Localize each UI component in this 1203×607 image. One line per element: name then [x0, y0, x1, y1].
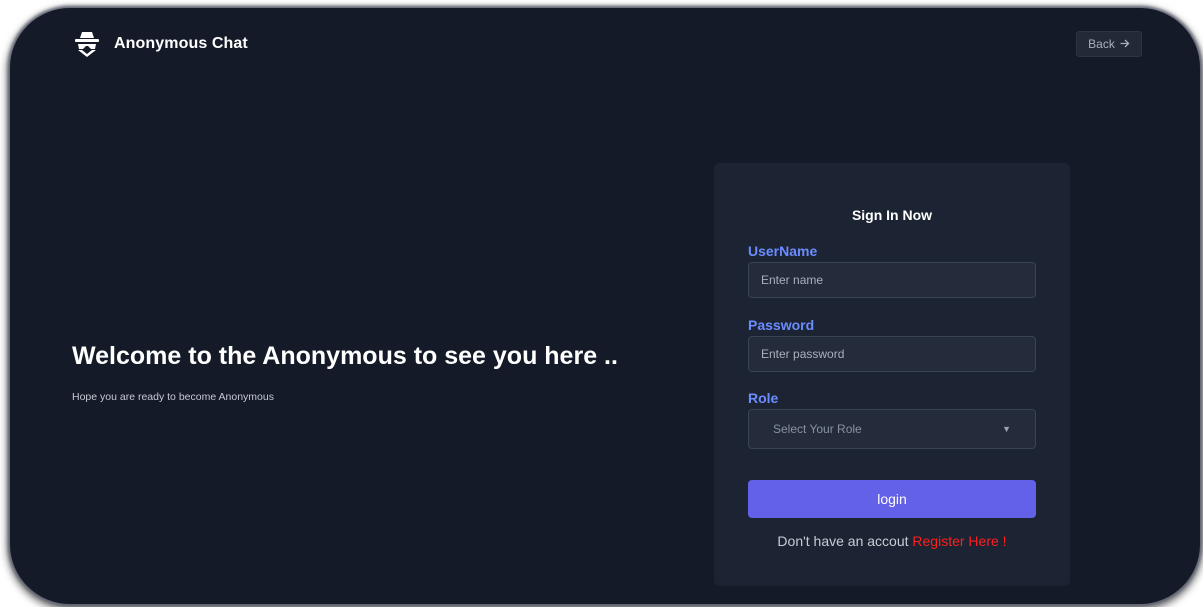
brand-name: Anonymous Chat [114, 35, 248, 52]
role-select[interactable]: Select Your Role ▼ [748, 409, 1036, 449]
register-prompt: Don't have an accout [777, 533, 909, 549]
role-select-value: Select Your Role [773, 422, 862, 436]
app-window: Anonymous Chat Back Welcome to the Anony… [10, 8, 1200, 604]
sign-in-card: Sign In Now UserName Password Role Selec… [714, 163, 1070, 586]
username-label: UserName [748, 243, 818, 259]
back-button[interactable]: Back [1076, 31, 1142, 57]
welcome-heading: Welcome to the Anonymous to see you here… [72, 342, 618, 370]
username-input[interactable] [748, 262, 1036, 298]
back-button-label: Back [1088, 37, 1115, 51]
chevron-down-icon: ▼ [1002, 424, 1011, 434]
arrow-right-icon [1120, 37, 1130, 51]
incognito-spy-icon [74, 30, 100, 58]
login-button[interactable]: login [748, 480, 1036, 518]
password-input[interactable] [748, 336, 1036, 372]
sign-in-title: Sign In Now [851, 207, 933, 223]
password-label: Password [748, 317, 815, 333]
brand[interactable]: Anonymous Chat [74, 30, 248, 58]
welcome-subtitle: Hope you are ready to become Anonymous [72, 391, 274, 403]
register-prompt-line: Don't have an accout Register Here ! [714, 533, 1070, 549]
role-label: Role [748, 390, 779, 406]
register-link[interactable]: Register Here ! [912, 533, 1006, 549]
